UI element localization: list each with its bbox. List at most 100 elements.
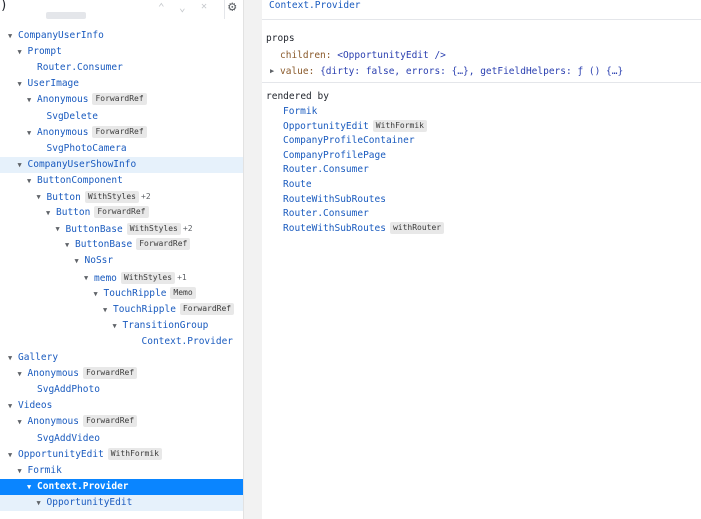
- expand-arrow-icon[interactable]: ▼: [65, 237, 75, 253]
- expand-arrow-icon[interactable]: ▼: [18, 76, 28, 92]
- hoc-badge: ForwardRef: [94, 206, 149, 219]
- expand-arrow-icon[interactable]: ▼: [84, 270, 94, 286]
- tree-row[interactable]: ▼ CompanyUserShowInfo: [0, 156, 243, 173]
- tree-row[interactable]: ▼ ButtonBase ForwardRef: [0, 237, 243, 253]
- component-name: Prompt: [27, 46, 62, 58]
- rendered-by-item[interactable]: Router.Consumer: [283, 206, 369, 221]
- owner-name: Formik: [283, 106, 318, 117]
- rendered-by-item[interactable]: OpportunityEdit WithFormik: [283, 119, 427, 134]
- tree-row[interactable]: ▼ Prompt: [0, 44, 243, 60]
- hoc-badge: WithStyles: [126, 223, 181, 236]
- tree-row[interactable]: ▼ Anonymous ForwardRef: [0, 125, 243, 141]
- expand-arrow-icon[interactable]: ▶: [270, 67, 274, 75]
- hoc-badge: ForwardRef: [82, 367, 138, 380]
- selected-component-header: Context.Provider: [262, 0, 701, 20]
- tree-row[interactable]: ▼ UserImage: [0, 76, 243, 92]
- expand-arrow-icon[interactable]: ▼: [27, 92, 37, 108]
- hoc-badge: ForwardRef: [92, 125, 147, 138]
- hoc-count: +2: [141, 192, 151, 201]
- expand-arrow-icon[interactable]: ▼: [103, 302, 113, 318]
- expand-arrow-icon[interactable]: ▼: [8, 447, 18, 463]
- tree-row[interactable]: SvgAddPhoto: [0, 382, 243, 398]
- rendered-by-item[interactable]: CompanyProfileContainer: [283, 133, 415, 148]
- tree-row[interactable]: ▼ Formik: [0, 463, 243, 479]
- rendered-by-item[interactable]: Formik: [283, 104, 317, 119]
- expand-arrow-icon[interactable]: ▼: [18, 366, 28, 382]
- component-name: SvgAddVideo: [37, 432, 100, 444]
- component-name: OpportunityEdit: [18, 448, 104, 460]
- component-name: CompanyUserShowInfo: [27, 158, 137, 170]
- expand-arrow-icon[interactable]: ▼: [18, 463, 28, 479]
- expand-arrow-icon[interactable]: ▼: [113, 318, 123, 334]
- expand-arrow-icon[interactable]: ▼: [18, 157, 28, 173]
- expand-arrow-icon[interactable]: ▼: [37, 189, 47, 205]
- chevron-down-icon[interactable]: ⌄: [179, 1, 186, 14]
- rendered-by-item[interactable]: Router.Consumer: [283, 162, 369, 177]
- tree-row[interactable]: Context.Provider: [0, 334, 243, 350]
- tree-row[interactable]: ▼ Context.Provider: [0, 478, 243, 495]
- tree-row[interactable]: SvgPhotoCamera: [0, 141, 243, 157]
- chevron-up-icon[interactable]: ⌃: [158, 1, 165, 14]
- pane-splitter[interactable]: [243, 0, 262, 519]
- expand-arrow-icon[interactable]: ▼: [94, 286, 104, 302]
- tree-row[interactable]: ▼ Videos: [0, 398, 243, 414]
- rendered-by-item[interactable]: RouteWithSubRoutes: [283, 192, 386, 207]
- settings-button[interactable]: ⚙: [224, 0, 243, 19]
- selected-component-title: Context.Provider: [269, 0, 361, 11]
- tree-row[interactable]: ▼ CompanyUserInfo: [0, 28, 243, 44]
- tree-row[interactable]: SvgDelete: [0, 109, 243, 125]
- component-name: OpportunityEdit: [46, 496, 133, 508]
- rendered-by-item[interactable]: RouteWithSubRoutes withRouter: [283, 221, 445, 236]
- close-icon[interactable]: ✕: [201, 1, 207, 12]
- tree-row[interactable]: ▼ ButtonBase WithStyles +2: [0, 221, 243, 237]
- component-name: UserImage: [27, 78, 79, 90]
- rendered-by-item[interactable]: Route: [283, 177, 312, 192]
- component-name: Router.Consumer: [37, 62, 123, 74]
- tree-row[interactable]: SvgAddVideo: [0, 431, 243, 447]
- owner-name: RouteWithSubRoutes: [283, 222, 386, 234]
- tree-row[interactable]: ▼ Button ForwardRef: [0, 205, 243, 221]
- expand-arrow-icon[interactable]: ▼: [27, 173, 37, 189]
- expand-arrow-icon[interactable]: ▼: [18, 414, 28, 430]
- tree-row[interactable]: ▼ OpportunityEdit WithFormik: [0, 447, 243, 463]
- scrolled-row-ghost: [46, 12, 86, 19]
- expand-arrow-icon[interactable]: ▼: [56, 221, 66, 237]
- hoc-badge: ForwardRef: [82, 415, 138, 428]
- owner-name: Route: [283, 179, 312, 190]
- tree-row[interactable]: ▼ OpportunityEdit: [0, 494, 243, 511]
- prop-value: <OpportunityEdit />: [337, 50, 446, 61]
- tree-row[interactable]: ▼ memo WithStyles +1: [0, 270, 243, 286]
- component-name: Button: [56, 207, 91, 219]
- prop-key: children:: [280, 50, 332, 61]
- tree-row[interactable]: ▼ Button WithStyles +2: [0, 189, 243, 205]
- tree-row[interactable]: Router.Consumer: [0, 60, 243, 76]
- tree-row[interactable]: ▼ TouchRipple ForwardRef: [0, 302, 243, 318]
- component-name: NoSsr: [84, 255, 114, 267]
- component-tree-pane: ) ⌃ ⌄ ✕ ⚙ ▼ CompanyUserInfo ▼ Prompt Router.…: [0, 0, 243, 519]
- tree-row[interactable]: ▼ TouchRipple Memo: [0, 286, 243, 302]
- prop-value-row[interactable]: value: {dirty: false, errors: {…}, getFi…: [280, 66, 623, 77]
- component-name: CompanyUserInfo: [18, 30, 104, 41]
- expand-arrow-icon[interactable]: ▼: [8, 350, 18, 366]
- expand-arrow-icon[interactable]: ▼: [8, 28, 18, 44]
- expand-arrow-icon[interactable]: ▼: [46, 205, 56, 221]
- tree-row[interactable]: ▼ Anonymous ForwardRef: [0, 366, 243, 382]
- rendered-by-item[interactable]: CompanyProfilePage: [283, 148, 386, 163]
- expand-arrow-icon[interactable]: ▼: [27, 125, 37, 141]
- expand-arrow-icon[interactable]: ▼: [18, 44, 28, 60]
- component-details-pane: Context.Provider props children: <Opport…: [262, 0, 701, 519]
- expand-arrow-icon[interactable]: ▼: [37, 495, 47, 511]
- prop-children[interactable]: children: <OpportunityEdit />: [280, 50, 446, 61]
- component-name: TouchRipple: [113, 303, 176, 315]
- expand-arrow-icon[interactable]: ▼: [27, 479, 37, 495]
- tree-row[interactable]: ▼ NoSsr: [0, 253, 243, 269]
- tree-row[interactable]: ▼ TransitionGroup: [0, 318, 243, 334]
- expand-arrow-icon[interactable]: ▼: [75, 253, 85, 269]
- component-name: Videos: [18, 400, 53, 412]
- tree-row[interactable]: ▼ Anonymous ForwardRef: [0, 92, 243, 108]
- tree-row[interactable]: ▼ ButtonComponent: [0, 173, 243, 189]
- tree-row[interactable]: ▼ Gallery: [0, 350, 243, 366]
- gear-icon: ⚙: [228, 0, 237, 15]
- tree-row[interactable]: ▼ Anonymous ForwardRef: [0, 414, 243, 430]
- expand-arrow-icon[interactable]: ▼: [8, 398, 18, 414]
